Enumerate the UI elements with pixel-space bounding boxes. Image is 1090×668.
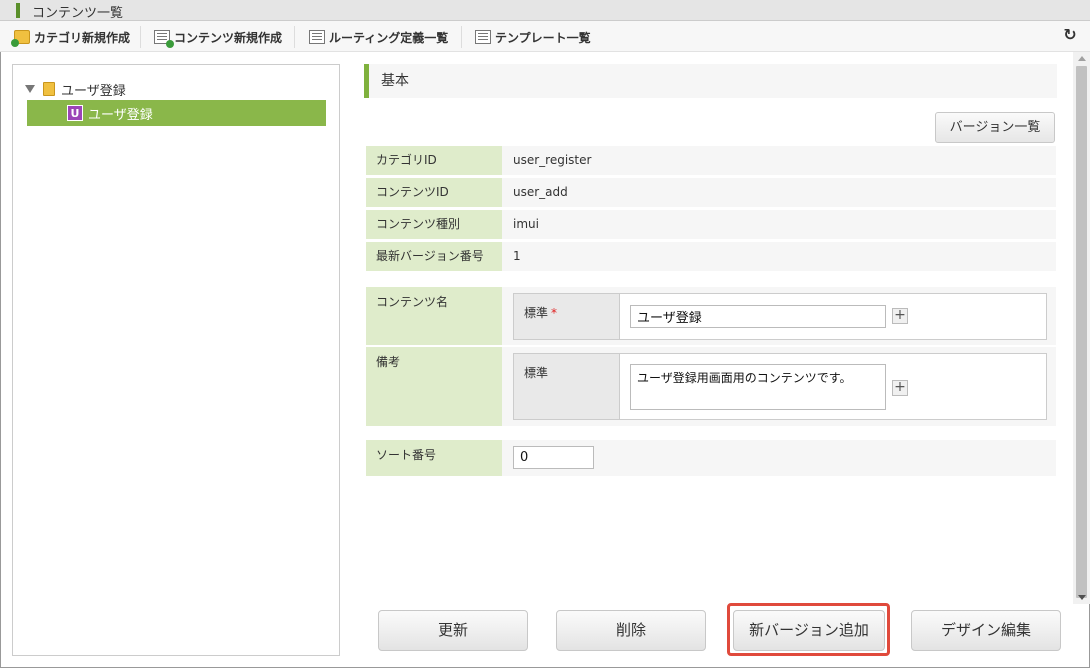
list-icon [475,30,491,44]
sort-number-label: ソート番号 [366,440,502,476]
content-type-badge-icon: U [67,105,83,121]
toolbar: カテゴリ新規作成 コンテンツ新規作成 ルーティング定義一覧 テンプレート一覧 ↻ [0,21,1090,52]
category-create-button[interactable]: カテゴリ新規作成 [11,27,131,47]
delete-button[interactable]: 削除 [556,610,706,651]
content-create-label: コンテンツ新規作成 [174,30,283,45]
category-tree-panel: ユーザ登録 U ユーザ登録 [12,64,340,656]
content-create-button[interactable]: コンテンツ新規作成 [154,27,283,48]
tree-node-selected[interactable]: U ユーザ登録 [27,100,326,126]
tree-node-root[interactable]: ユーザ登録 [25,79,126,99]
scroll-up-icon[interactable] [1078,56,1086,61]
update-button[interactable]: 更新 [378,610,528,651]
routing-list-button[interactable]: ルーティング定義一覧 [309,27,448,47]
sort-number-cell [502,440,1056,476]
tree-root-label: ユーザ登録 [61,83,126,99]
content-name-label: コンテンツ名 [366,287,502,345]
info-row-category-id: カテゴリID user_register [366,146,1056,175]
info-row-content-id: コンテンツID user_add [366,178,1056,207]
locale-label-text: 標準 [524,306,549,320]
remarks-locale-box: 標準 ユーザ登録用画面用のコンテンツです。 + [513,353,1047,420]
info-row-latest-version: 最新バージョン番号 1 [366,242,1056,271]
version-list-button[interactable]: バージョン一覧 [935,112,1055,143]
expand-arrow-icon[interactable] [25,85,35,93]
section-header: 基本 [364,64,1057,98]
required-mark: * [551,306,558,320]
toolbar-divider [294,26,295,48]
list-icon [309,30,325,44]
info-value: 1 [502,242,1056,271]
design-edit-button[interactable]: デザイン編集 [911,610,1061,651]
remarks-label: 備考 [366,347,502,426]
new-version-highlight [727,603,890,656]
section-title: 基本 [381,73,409,89]
content-add-icon [154,30,174,48]
info-label: カテゴリID [366,146,502,175]
folder-add-icon [11,30,30,47]
title-bar: コンテンツ一覧 [0,0,1090,21]
tree-child-label: ユーザ登録 [88,107,153,123]
info-row-content-type: コンテンツ種別 imui [366,210,1056,239]
info-label: コンテンツ種別 [366,210,502,239]
locale-label: 標準 * [514,294,620,339]
remarks-textarea[interactable]: ユーザ登録用画面用のコンテンツです。 [630,364,886,410]
window-title: コンテンツ一覧 [32,6,124,21]
scroll-down-icon[interactable] [1078,595,1086,600]
category-create-label: カテゴリ新規作成 [34,30,131,45]
info-label: 最新バージョン番号 [366,242,502,271]
info-value: imui [502,210,1056,239]
scrollbar-thumb[interactable] [1076,66,1087,598]
folder-icon [43,82,55,96]
content-name-input[interactable] [630,305,886,328]
refresh-icon[interactable]: ↻ [1060,25,1080,45]
info-label: コンテンツID [366,178,502,207]
sort-number-input[interactable] [513,446,594,469]
locale-label-text: 標準 [524,366,549,380]
toolbar-divider [140,26,141,48]
vertical-scrollbar[interactable] [1073,52,1090,604]
info-value: user_register [502,146,1056,175]
template-list-label: テンプレート一覧 [495,30,591,45]
content-name-cell: 標準* + [502,287,1056,345]
add-locale-icon[interactable]: + [892,308,908,324]
template-list-button[interactable]: テンプレート一覧 [475,27,591,47]
info-value: user_add [502,178,1056,207]
toolbar-divider [461,26,462,48]
add-locale-icon[interactable]: + [892,380,908,396]
remarks-cell: 標準 ユーザ登録用画面用のコンテンツです。 + [502,347,1056,426]
title-marker-icon [16,3,20,18]
locale-label: 標準 [514,354,620,419]
routing-list-label: ルーティング定義一覧 [329,30,449,45]
content-name-locale-box: 標準* + [513,293,1047,340]
